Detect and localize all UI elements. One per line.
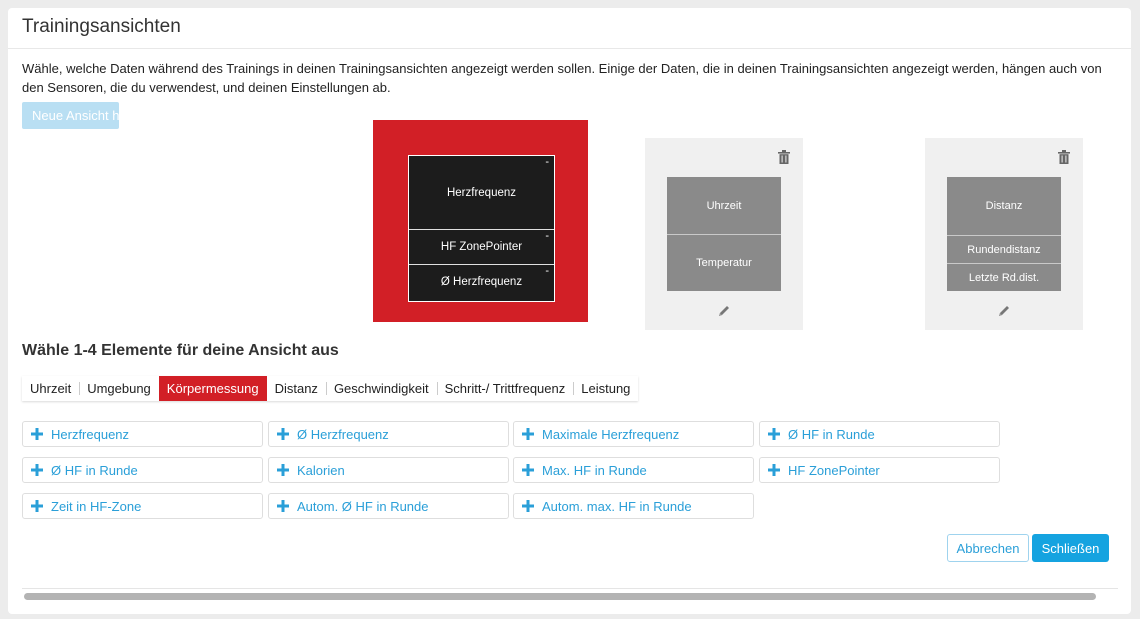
tab-uhrzeit[interactable]: Uhrzeit xyxy=(22,376,79,401)
view-field-label: Herzfrequenz xyxy=(446,186,517,199)
training-views-dialog: Trainingsansichten Wähle, welche Daten w… xyxy=(8,8,1131,614)
element-label: Ø HF in Runde xyxy=(51,462,138,478)
element-label: Autom. max. HF in Runde xyxy=(542,498,692,514)
tab-schrittfrequenz[interactable]: Schritt-/ Trittfrequenz xyxy=(436,376,574,401)
view-field[interactable]: Uhrzeit xyxy=(667,177,781,234)
pencil-icon[interactable] xyxy=(717,304,731,318)
add-element-item[interactable]: Autom. max. HF in Runde xyxy=(513,493,754,519)
trash-icon[interactable] xyxy=(1058,150,1070,164)
element-label: Ø Herzfrequenz xyxy=(297,426,389,442)
view-field[interactable]: HF ZonePointer - xyxy=(409,229,554,264)
view-field[interactable]: Rundendistanz xyxy=(947,235,1061,263)
remove-field-button[interactable]: - xyxy=(545,266,549,277)
view-field-label: Rundendistanz xyxy=(967,243,1041,256)
add-element-item[interactable]: Maximale Herzfrequenz xyxy=(513,421,754,447)
remove-field-button[interactable]: - xyxy=(545,157,549,168)
view-field[interactable]: Herzfrequenz - xyxy=(409,156,554,229)
add-element-item[interactable]: Kalorien xyxy=(268,457,509,483)
dialog-title: Trainingsansichten xyxy=(22,16,181,37)
add-element-item[interactable]: Max. HF in Runde xyxy=(513,457,754,483)
tab-koerpermessung[interactable]: Körpermessung xyxy=(158,376,267,401)
view-field[interactable]: Ø Herzfrequenz - xyxy=(409,264,554,299)
picker-subtitle: Wähle 1-4 Elemente für deine Ansicht aus xyxy=(22,342,339,359)
plus-icon xyxy=(277,428,289,440)
element-label: Maximale Herzfrequenz xyxy=(542,426,680,442)
element-label: Zeit in HF-Zone xyxy=(51,498,142,514)
element-label: Ø HF in Runde xyxy=(788,426,875,442)
plus-icon xyxy=(522,428,534,440)
view-field-label: Uhrzeit xyxy=(706,199,742,212)
view-field-label: Letzte Rd.dist. xyxy=(968,271,1040,284)
view-card-3[interactable]: Distanz Rundendistanz Letzte Rd.dist. xyxy=(925,138,1083,330)
remove-field-button[interactable]: - xyxy=(545,231,549,242)
tab-leistung[interactable]: Leistung xyxy=(573,376,638,401)
plus-icon xyxy=(31,500,43,512)
add-element-item[interactable]: HF ZonePointer xyxy=(759,457,1000,483)
close-button[interactable]: Schließen xyxy=(1032,534,1109,562)
add-element-item[interactable]: Ø HF in Runde xyxy=(22,457,263,483)
view-screen-3: Distanz Rundendistanz Letzte Rd.dist. xyxy=(947,177,1061,291)
view-screen-1: Herzfrequenz - HF ZonePointer - Ø Herzfr… xyxy=(408,155,555,302)
plus-icon xyxy=(31,464,43,476)
trash-icon[interactable] xyxy=(778,150,790,164)
view-field[interactable]: Letzte Rd.dist. xyxy=(947,263,1061,291)
view-field[interactable]: Distanz xyxy=(947,177,1061,235)
scrollbar-thumb[interactable] xyxy=(24,593,1096,600)
view-card-2[interactable]: Uhrzeit Temperatur xyxy=(645,138,803,330)
add-element-item[interactable]: Herzfrequenz xyxy=(22,421,263,447)
view-field-label: HF ZonePointer xyxy=(440,241,523,253)
dialog-description: Wähle, welche Daten während des Training… xyxy=(22,61,1102,95)
title-divider xyxy=(8,48,1131,49)
element-label: HF ZonePointer xyxy=(788,462,880,478)
element-label: Kalorien xyxy=(297,462,345,478)
plus-icon xyxy=(31,428,43,440)
view-card-1[interactable]: Herzfrequenz - HF ZonePointer - Ø Herzfr… xyxy=(373,120,588,322)
new-view-button[interactable]: Neue Ansicht h xyxy=(22,102,119,129)
view-field-label: Ø Herzfrequenz xyxy=(440,276,523,288)
view-field-label: Distanz xyxy=(985,200,1023,212)
pencil-icon[interactable] xyxy=(997,304,1011,318)
add-element-item[interactable]: Ø HF in Runde xyxy=(759,421,1000,447)
horizontal-scrollbar[interactable] xyxy=(22,588,1118,602)
plus-icon xyxy=(768,464,780,476)
element-label: Herzfrequenz xyxy=(51,426,130,442)
tab-geschwindigkeit[interactable]: Geschwindigkeit xyxy=(325,376,437,401)
element-label: Max. HF in Runde xyxy=(542,462,647,478)
category-tabs: Uhrzeit Umgebung Körpermessung Distanz G… xyxy=(22,376,638,401)
element-label: Autom. Ø HF in Runde xyxy=(297,498,429,514)
cancel-button[interactable]: Abbrechen xyxy=(947,534,1029,562)
plus-icon xyxy=(768,428,780,440)
plus-icon xyxy=(277,500,289,512)
add-element-item[interactable]: Ø Herzfrequenz xyxy=(268,421,509,447)
plus-icon xyxy=(522,500,534,512)
view-screen-2: Uhrzeit Temperatur xyxy=(667,177,781,291)
add-element-item[interactable]: Zeit in HF-Zone xyxy=(22,493,263,519)
plus-icon xyxy=(277,464,289,476)
plus-icon xyxy=(522,464,534,476)
view-field[interactable]: Temperatur xyxy=(667,234,781,291)
tab-distanz[interactable]: Distanz xyxy=(267,376,326,401)
tab-umgebung[interactable]: Umgebung xyxy=(79,376,159,401)
view-field-label: Temperatur xyxy=(696,257,752,269)
add-element-item[interactable]: Autom. Ø HF in Runde xyxy=(268,493,509,519)
